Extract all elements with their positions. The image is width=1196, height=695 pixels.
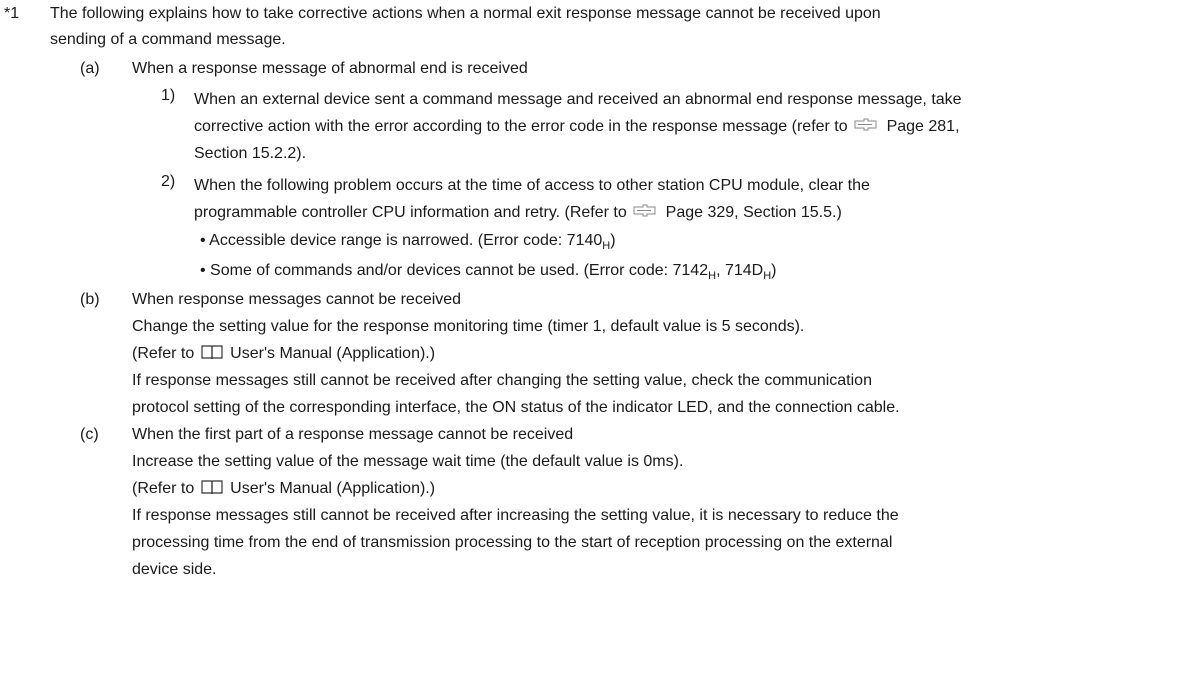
item-c-line-2: (Refer to User's Manual (Application).)	[132, 479, 435, 499]
sub-item-2-line-1: When the following problem occurs at the…	[194, 177, 870, 194]
sub-item-1-number: 1)	[161, 87, 176, 104]
intro-line-1: The following explains how to take corre…	[50, 5, 881, 22]
item-b-refer-text: (Refer to	[132, 345, 195, 362]
item-b-line-1: Change the setting value for the respons…	[132, 318, 805, 335]
bullet-2-subscript-2: H	[763, 270, 772, 282]
item-a-heading: When a response message of abnormal end …	[132, 60, 528, 77]
bullet-1-end: )	[610, 232, 616, 249]
sub-item-1-line-3: Section 15.2.2).	[194, 145, 307, 162]
intro-line-2: sending of a command message.	[50, 31, 286, 48]
sub-item-1-line-2-text: corrective action with the error accordi…	[194, 118, 848, 135]
page-reference-icon	[633, 204, 656, 217]
item-b-line-4: protocol setting of the corresponding in…	[132, 399, 900, 416]
page-reference-icon	[854, 118, 877, 131]
item-c-line-1: Increase the setting value of the messag…	[132, 453, 684, 470]
item-c-line-5: device side.	[132, 561, 217, 578]
item-b-label: (b)	[80, 291, 100, 308]
item-c-manual-link[interactable]: User's Manual (Application).)	[230, 480, 435, 497]
sub-item-1-page-link[interactable]: Page 281,	[887, 118, 960, 135]
item-c-refer-text: (Refer to	[132, 480, 195, 497]
item-c-line-4: processing time from the end of transmis…	[132, 534, 893, 551]
item-c-label: (c)	[80, 426, 99, 443]
sub-item-1-line-1: When an external device sent a command m…	[194, 91, 962, 108]
bullet-2-end: )	[771, 262, 777, 279]
bullet-commands-unusable: • Some of commands and/or devices cannot…	[200, 261, 776, 282]
item-a-label: (a)	[80, 60, 100, 77]
manual-book-icon	[201, 345, 223, 359]
item-c-heading: When the first part of a response messag…	[132, 426, 574, 443]
bullet-2-text: • Some of commands and/or devices cannot…	[200, 262, 709, 279]
bullet-2-mid: , 714D	[716, 262, 764, 279]
bullet-1-subscript: H	[602, 240, 611, 252]
sub-item-2-line-2: programmable controller CPU information …	[194, 203, 842, 223]
bullet-1-text: • Accessible device range is narrowed. (…	[200, 232, 603, 249]
bullet-accessible-range: • Accessible device range is narrowed. (…	[200, 231, 616, 252]
manual-book-icon	[201, 480, 223, 494]
bullet-2-subscript-1: H	[708, 270, 717, 282]
footnote-marker: *1	[4, 5, 20, 22]
sub-item-2-page-link[interactable]: Page 329, Section 15.5.)	[666, 204, 842, 221]
sub-item-2-number: 2)	[161, 173, 176, 190]
item-b-heading: When response messages cannot be receive…	[132, 291, 462, 308]
sub-item-1-line-2: corrective action with the error accordi…	[194, 117, 960, 137]
item-b-manual-link[interactable]: User's Manual (Application).)	[230, 345, 435, 362]
sub-item-2-line-2-text: programmable controller CPU information …	[194, 204, 627, 221]
item-c-line-3: If response messages still cannot be rec…	[132, 507, 899, 524]
item-b-line-3: If response messages still cannot be rec…	[132, 372, 872, 389]
item-b-line-2: (Refer to User's Manual (Application).)	[132, 344, 435, 364]
